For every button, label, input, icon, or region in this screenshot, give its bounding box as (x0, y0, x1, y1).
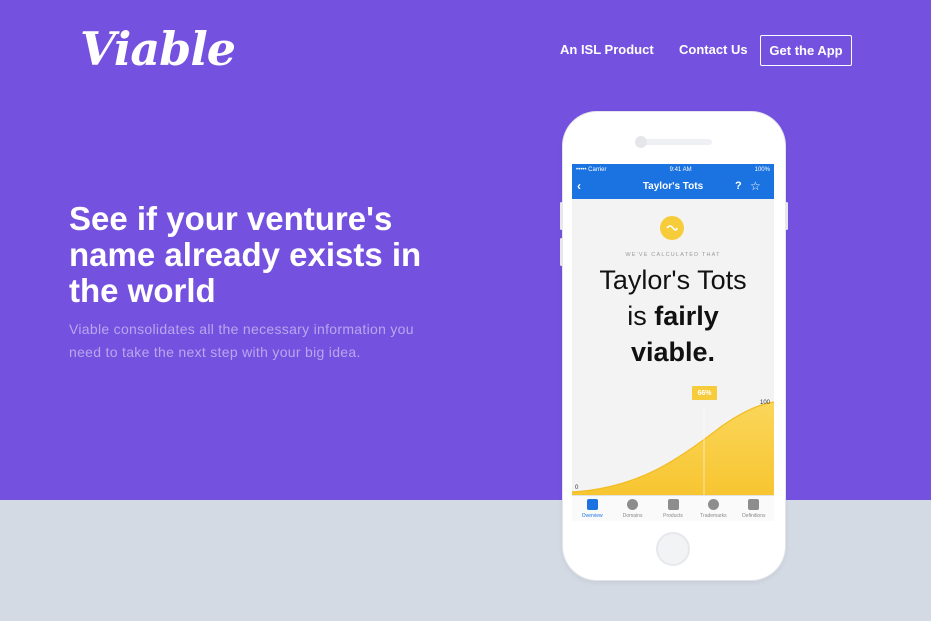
tab-trademarks[interactable]: Trademarks (693, 496, 733, 521)
phone-camera (635, 136, 647, 148)
axis-min-label: 0 (575, 485, 579, 491)
verdict-prefix: is (627, 301, 655, 331)
tab-label-definitions: Definitions (742, 513, 766, 519)
nav-link-isl-product[interactable]: An ISL Product (560, 42, 654, 57)
phone-volume-down (560, 238, 563, 266)
phone-volume-up (560, 202, 563, 230)
status-time: 9:41 AM (669, 166, 692, 173)
phone-screen: ••••• Carrier 9:41 AM 100% ‹ Taylor's To… (572, 164, 774, 521)
verdict-line2: is fairly (572, 298, 774, 334)
question-icon[interactable]: ? (735, 180, 742, 192)
star-icon[interactable]: ☆ (750, 179, 761, 193)
phone-power-button (785, 202, 788, 230)
cart-icon (667, 499, 679, 510)
tab-label-domains: Domains (622, 513, 643, 519)
coin-icon (660, 216, 684, 240)
tab-label-products: Products (663, 513, 683, 519)
status-bar: ••••• Carrier 9:41 AM 100% (572, 164, 774, 175)
hero-headline: See if your venture's name already exist… (69, 200, 422, 309)
overview-icon (586, 499, 598, 510)
status-carrier: ••••• Carrier (576, 166, 607, 173)
tab-domains[interactable]: Domains (612, 496, 652, 521)
viability-curve (572, 401, 774, 496)
app-tab-bar: Overview Domains Products Trademarks Def… (572, 495, 774, 521)
verdict-name: Taylor's Tots (599, 265, 747, 295)
calculated-kicker: WE'VE CALCULATED THAT (625, 252, 721, 258)
book-icon (748, 499, 760, 510)
lower-section (0, 500, 931, 621)
verdict-line3: viable. (572, 334, 774, 370)
verdict-rating: fairly (654, 301, 719, 331)
status-battery: 100% (754, 166, 770, 173)
app-navbar: ‹ Taylor's Tots ? ☆ (572, 175, 774, 199)
axis-max-label: 100 (760, 400, 771, 406)
app-title: Taylor's Tots (642, 181, 704, 192)
viability-area (572, 402, 774, 496)
trademark-icon (707, 499, 719, 510)
nav-link-contact-us[interactable]: Contact Us (679, 42, 748, 57)
verdict-viable: viable. (630, 337, 716, 367)
viability-verdict: Taylor's Tots is fairly viable. (572, 262, 774, 370)
get-the-app-button[interactable]: Get the App (760, 35, 852, 66)
tab-overview[interactable]: Overview (572, 496, 612, 521)
hero-subtext: Viable consolidates all the necessary in… (69, 321, 414, 360)
phone-speaker (636, 139, 712, 145)
viable-logo[interactable]: Viable (80, 22, 236, 76)
tab-products[interactable]: Products (653, 496, 693, 521)
phone-mockup: ••••• Carrier 9:41 AM 100% ‹ Taylor's To… (560, 112, 788, 580)
tab-definitions[interactable]: Definitions (734, 496, 774, 521)
tab-label-trademarks: Trademarks (700, 513, 727, 519)
score-tag: 66% (692, 386, 717, 400)
phone-home-button[interactable] (656, 532, 690, 566)
globe-icon (627, 499, 639, 510)
tab-label-overview: Overview (581, 513, 603, 519)
